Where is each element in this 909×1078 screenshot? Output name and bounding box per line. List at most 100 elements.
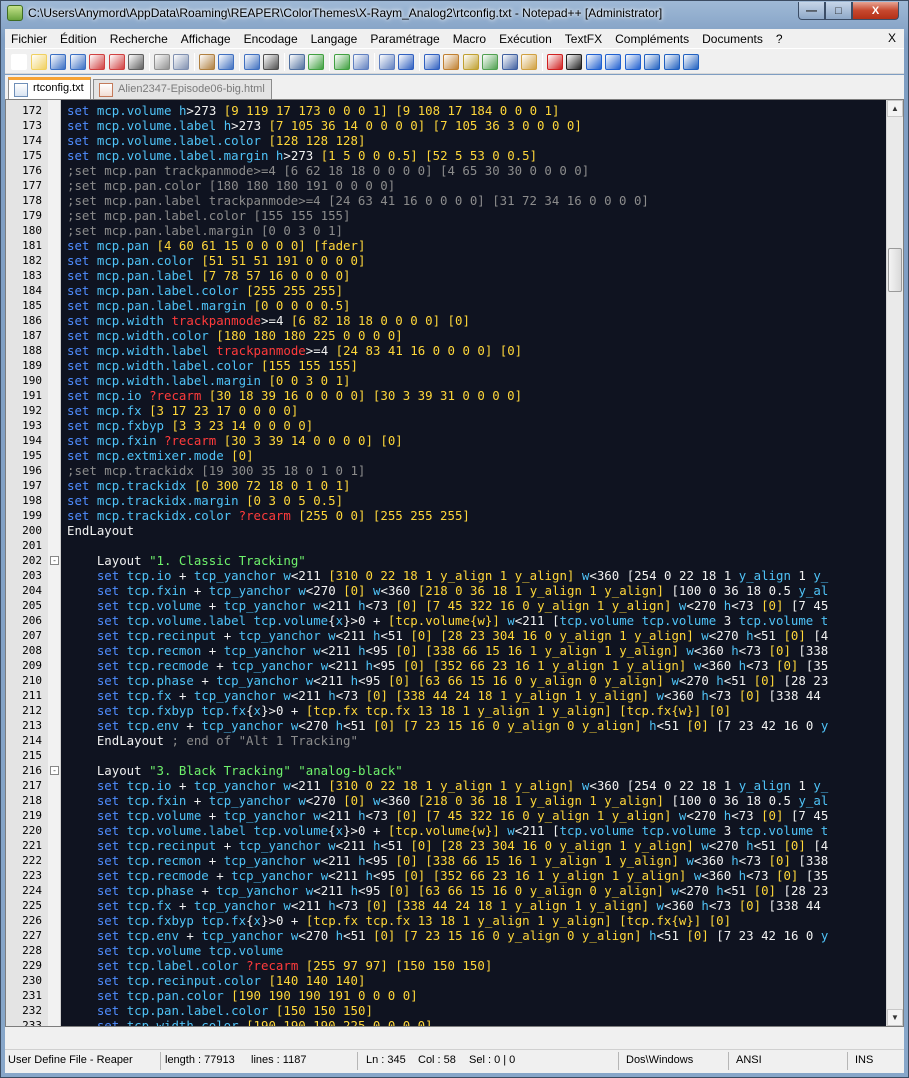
code-line[interactable]: 182 set mcp.pan.color [51 51 51 191 0 0 0… [6,253,886,268]
code-line[interactable]: 215 [6,748,886,763]
code-line[interactable]: 183 set mcp.pan.label [7 78 57 16 0 0 0 0… [6,268,886,283]
code-line[interactable]: 189 set mcp.width.label.color [155 155 15… [6,358,886,373]
maximize-button[interactable]: □ [825,2,852,20]
code-line[interactable]: 200 EndLayout [6,523,886,538]
code-line[interactable]: 205 set tcp.volume + tcp_yanchor w<211 h… [6,598,886,613]
new-file-icon[interactable] [11,54,27,70]
code-line[interactable]: 179 ;set mcp.pan.label.color [155 155 155… [6,208,886,223]
spell-check-icon[interactable] [644,54,660,70]
code-line[interactable]: 217 set tcp.io + tcp_yanchor w<211 [310 … [6,778,886,793]
menu-macro[interactable]: Macro [447,32,493,46]
menu-recherche[interactable]: Recherche [104,32,175,46]
status-eol-format[interactable]: Dos\Windows [626,1054,693,1066]
close-document-button[interactable]: X [888,31,896,45]
tab-rtconfig[interactable]: rtconfig.txt [8,77,91,99]
code-line[interactable]: 208 set tcp.recmon + tcp_yanchor w<211 h… [6,643,886,658]
code-line[interactable]: 214 EndLayout ; end of "Alt 1 Tracking" [6,733,886,748]
code-line[interactable]: 218 set tcp.fxin + tcp_yanchor w<270 [0]… [6,793,886,808]
code-line[interactable]: 222 set tcp.recmon + tcp_yanchor w<211 h… [6,853,886,868]
code-line[interactable]: 193 set mcp.fxbyp [3 3 23 14 0 0 0 0] [6,418,886,433]
code-line[interactable]: 212 set tcp.fxbyp tcp.fx{x}>0 + [tcp.fx … [6,703,886,718]
code-line[interactable]: 175 set mcp.volume.label.margin h>273 [1 … [6,148,886,163]
undo-icon[interactable] [218,54,234,70]
find-icon[interactable] [263,54,279,70]
code-line[interactable]: 202 Layout "1. Classic Tracking" [6,553,886,568]
menu-affichage[interactable]: Affichage [175,32,238,46]
code-line[interactable]: 194 set mcp.fxin ?recarm [30 3 39 14 0 0 … [6,433,886,448]
paste-icon[interactable] [198,54,215,70]
code-line[interactable]: 196 ;set mcp.trackidx [19 300 35 18 0 1 0… [6,463,886,478]
code-line[interactable]: 228 set tcp.volume tcp.volume [6,943,886,958]
menu-help[interactable]: ? [770,32,790,46]
code-line[interactable]: 180 ;set mcp.pan.label.margin [0 0 3 0 1] [6,223,886,238]
save-icon[interactable] [50,54,66,70]
user-lang-icon[interactable] [462,54,479,70]
print-icon[interactable] [128,54,144,70]
scroll-up-arrow-icon[interactable]: ▲ [887,100,903,117]
record-macro-icon[interactable] [546,54,563,70]
scroll-down-arrow-icon[interactable]: ▼ [887,1009,903,1026]
folder-workspace-icon[interactable] [521,54,537,70]
code-line[interactable]: 211 set tcp.fx + tcp_yanchor w<211 h<73 … [6,688,886,703]
code-line[interactable]: 198 set mcp.trackidx.margin [0 3 0 5 0.5] [6,493,886,508]
code-line[interactable]: 185 set mcp.pan.label.margin [0 0 0 0 0.5… [6,298,886,313]
menu-parametrage[interactable]: Paramétrage [364,32,446,46]
code-line[interactable]: 206 set tcp.volume.label tcp.volume{x}>0… [6,613,886,628]
minimize-button[interactable]: — [798,2,825,20]
function-list-icon[interactable] [501,54,518,70]
code-line[interactable]: 203 set tcp.io + tcp_yanchor w<211 [310 … [6,568,886,583]
open-file-icon[interactable] [30,54,47,70]
close-window-button[interactable]: X [852,2,899,20]
code-line[interactable]: 178 ;set mcp.pan.label trackpanmode>=4 [2… [6,193,886,208]
code-line[interactable]: 176 ;set mcp.pan trackpanmode>=4 [6 62 18… [6,163,886,178]
scroll-thumb[interactable] [888,248,902,292]
code-line[interactable]: 181 set mcp.pan [4 60 61 15 0 0 0 0] [fad… [6,238,886,253]
tab-alien-episode[interactable]: Alien2347-Episode06-big.html [93,79,272,99]
code-line[interactable]: 231 set tcp.pan.color [190 190 190 191 0… [6,988,886,1003]
code-line[interactable]: 230 set tcp.recinput.color [140 140 140] [6,973,886,988]
code-line[interactable]: 204 set tcp.fxin + tcp_yanchor w<270 [0]… [6,583,886,598]
code-line[interactable]: 192 set mcp.fx [3 17 23 17 0 0 0 0] [6,403,886,418]
status-encoding[interactable]: ANSI [736,1054,762,1066]
code-line[interactable]: 186 set mcp.width trackpanmode>=4 [6 82 1… [6,313,886,328]
code-line[interactable]: 188 set mcp.width.label trackpanmode>=4 [… [6,343,886,358]
status-insert-mode[interactable]: INS [855,1054,873,1066]
code-line[interactable]: 225 set tcp.fx + tcp_yanchor w<211 h<73 … [6,898,886,913]
title-bar[interactable]: C:\Users\Anymord\AppData\Roaming\REAPER\… [1,1,908,28]
code-line[interactable]: 216 Layout "3. Black Tracking" "analog-b… [6,763,886,778]
stop-record-icon[interactable] [566,54,582,70]
copy-icon[interactable] [173,54,189,70]
close-all-icon[interactable] [108,54,125,70]
sync-h-icon[interactable] [378,54,395,70]
code-line[interactable]: 229 set tcp.label.color ?recarm [255 97 … [6,958,886,973]
code-line[interactable]: 220 set tcp.volume.label tcp.volume{x}>0… [6,823,886,838]
menu-execution[interactable]: Exécution [493,32,559,46]
code-line[interactable]: 195 set mcp.extmixer.mode [0] [6,448,886,463]
code-line[interactable]: 226 set tcp.fxbyp tcp.fx{x}>0 + [tcp.fx … [6,913,886,928]
menu-textfx[interactable]: TextFX [559,32,609,46]
replace-icon[interactable] [288,54,305,70]
code-line[interactable]: 221 set tcp.recinput + tcp_yanchor w<211… [6,838,886,853]
redo-icon[interactable] [243,54,260,70]
menu-complements[interactable]: Compléments [609,32,696,46]
code-line[interactable]: 199 set mcp.trackidx.color ?recarm [255 0… [6,508,886,523]
code-line[interactable]: 232 set tcp.pan.label.color [150 150 150… [6,1003,886,1018]
code-line[interactable]: 207 set tcp.recinput + tcp_yanchor w<211… [6,628,886,643]
code-line[interactable]: 184 set mcp.pan.label.color [255 255 255] [6,283,886,298]
code-line[interactable]: 233 set tcp.width.color [190 190 190 225… [6,1018,886,1026]
save-all-icon[interactable] [69,54,86,70]
code-line[interactable]: 173 set mcp.volume.label h>273 [7 105 36 … [6,118,886,133]
save-macro-icon[interactable] [624,54,641,70]
word-wrap-icon[interactable] [398,54,414,70]
menu-encodage[interactable]: Encodage [238,32,305,46]
code-line[interactable]: 213 set tcp.env + tcp_yanchor w<270 h<51… [6,718,886,733]
code-editor[interactable]: -- 172 set mcp.volume h>273 [9 119 17 173… [5,99,904,1027]
show-all-chars-icon[interactable] [423,54,440,70]
zoom-in-icon[interactable] [308,54,324,70]
menu-fichier[interactable]: Fichier [5,32,54,46]
code-line[interactable]: 227 set tcp.env + tcp_yanchor w<270 h<51… [6,928,886,943]
code-line[interactable]: 209 set tcp.recmode + tcp_yanchor w<211 … [6,658,886,673]
spell-check-auto-icon[interactable] [663,54,680,70]
code-area[interactable]: 172 set mcp.volume h>273 [9 119 17 173 0 … [6,103,886,1026]
menu-edition[interactable]: Édition [54,32,104,46]
